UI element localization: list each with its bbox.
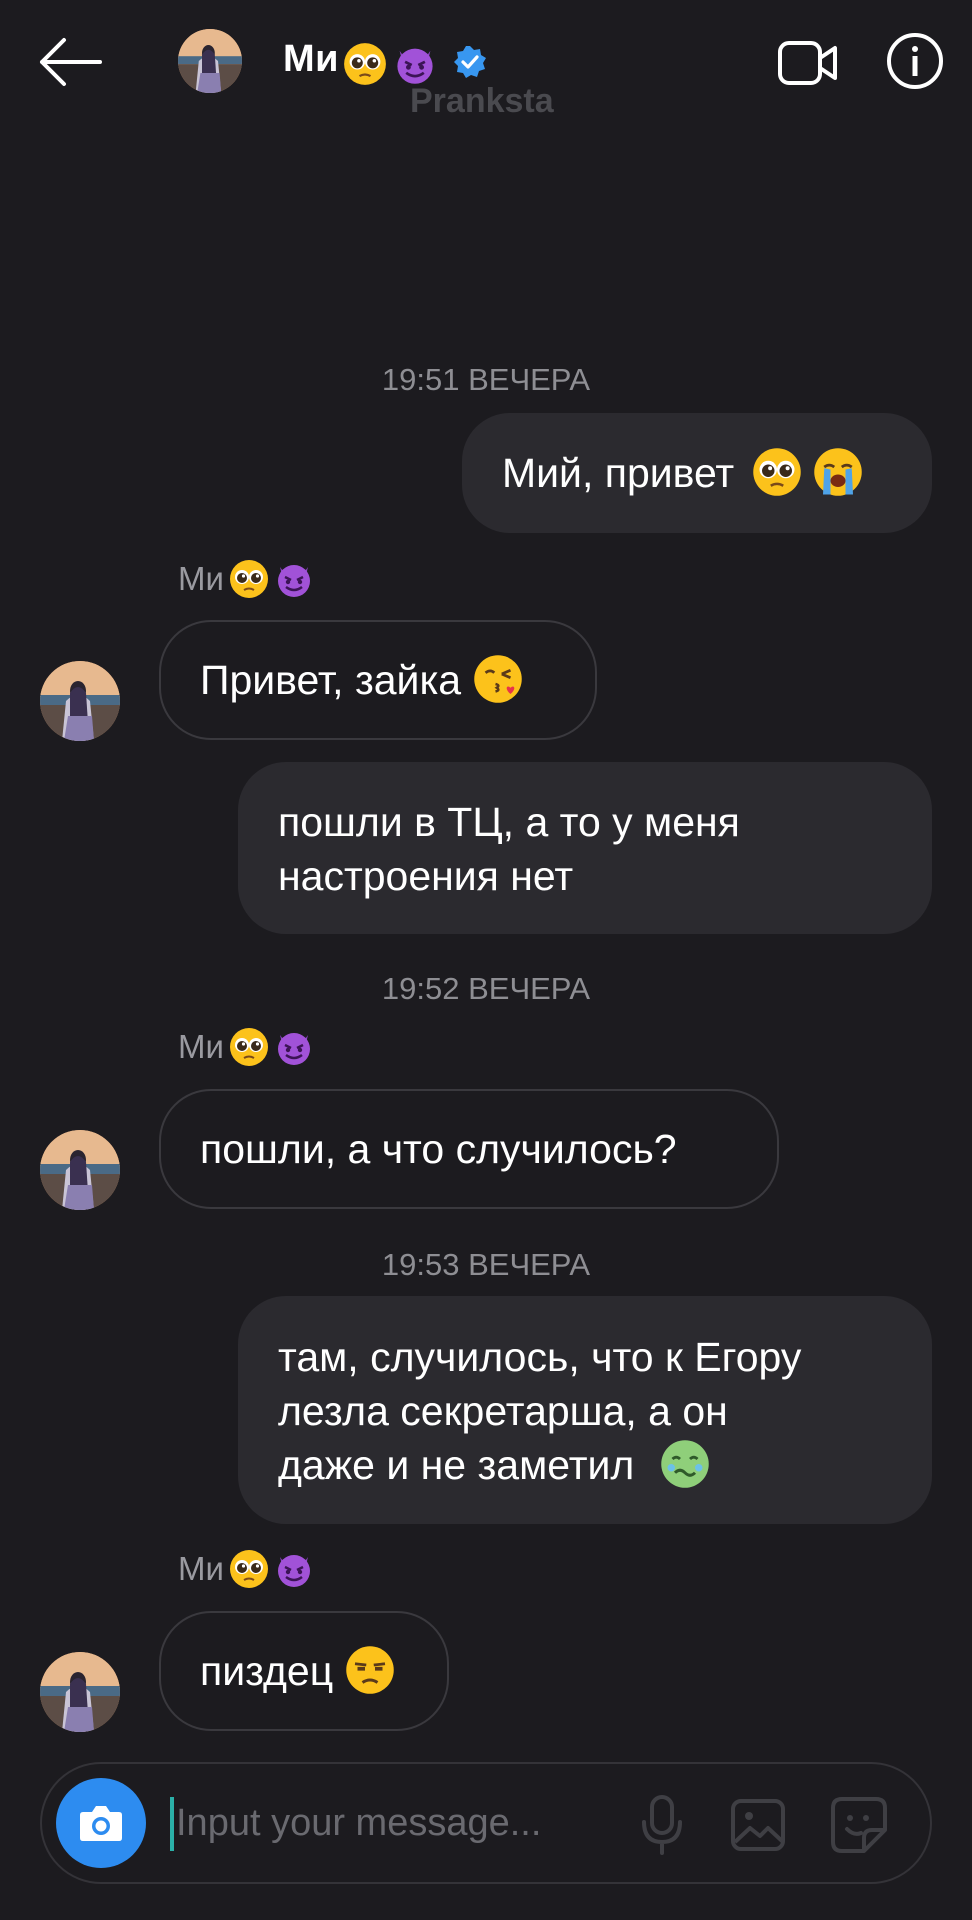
contact-username: Pranksta	[410, 82, 554, 120]
back-arrow-icon[interactable]	[34, 34, 104, 90]
chat-header: Ми Pranksta	[0, 0, 972, 130]
gallery-icon[interactable]	[730, 1798, 786, 1852]
outgoing-message[interactable]: Мий, привет	[462, 413, 932, 533]
message-composer: Input your message...	[40, 1762, 932, 1884]
pleading-face-emoji-icon	[229, 1549, 269, 1589]
smiling-devil-emoji-icon	[274, 1027, 314, 1067]
smiling-devil-emoji-icon	[274, 1549, 314, 1589]
message-text: Привет, зайка	[200, 657, 462, 703]
unamused-face-emoji-icon	[345, 1645, 395, 1695]
contact-avatar[interactable]	[178, 29, 242, 93]
message-line: даже и не заметил	[278, 1442, 635, 1488]
crying-face-emoji-icon	[813, 447, 863, 497]
contact-name[interactable]: Ми	[283, 38, 339, 81]
message-line: лезла секретарша, а он	[278, 1388, 728, 1434]
message-text: пиздец	[200, 1648, 334, 1694]
timestamp: 19:52 ВЕЧЕРА	[381, 971, 591, 1006]
pleading-face-emoji-icon	[752, 447, 802, 497]
sender-avatar[interactable]	[40, 661, 120, 741]
timestamp: 19:53 ВЕЧЕРА	[381, 1247, 591, 1282]
message-text: Мий, привет	[502, 450, 735, 496]
message-text: пошли, а что случилось?	[200, 1126, 677, 1172]
outgoing-message[interactable]: там, случилось, что к Егору лезла секрет…	[238, 1296, 932, 1524]
video-call-icon[interactable]	[777, 38, 839, 88]
message-input[interactable]: Input your message...	[176, 1802, 541, 1845]
camera-button[interactable]	[56, 1778, 146, 1868]
sender-label: Ми	[178, 1550, 224, 1587]
kissing-face-emoji-icon	[473, 654, 523, 704]
smiling-devil-emoji-icon	[393, 42, 437, 86]
incoming-message[interactable]: Привет, зайка	[159, 620, 597, 740]
sticker-icon[interactable]	[830, 1796, 888, 1854]
sender-avatar[interactable]	[40, 1652, 120, 1732]
nauseated-face-emoji-icon	[660, 1439, 710, 1489]
smiling-devil-emoji-icon	[274, 559, 314, 599]
message-line: там, случилось, что к Егору	[278, 1334, 802, 1380]
pleading-face-emoji-icon	[229, 1027, 269, 1067]
camera-icon	[80, 1806, 122, 1841]
info-icon[interactable]	[886, 32, 944, 90]
sender-label: Ми	[178, 560, 224, 597]
microphone-icon[interactable]	[636, 1794, 688, 1856]
text-cursor	[170, 1797, 174, 1851]
timestamp: 19:51 ВЕЧЕРА	[381, 362, 591, 397]
message-line: настроения нет	[278, 853, 574, 899]
message-line: пошли в ТЦ, а то у меня	[278, 799, 740, 845]
verified-badge-icon	[454, 46, 486, 78]
sender-avatar[interactable]	[40, 1130, 120, 1210]
incoming-message[interactable]: пошли, а что случилось?	[159, 1089, 779, 1209]
sender-label: Ми	[178, 1028, 224, 1065]
outgoing-message[interactable]: пошли в ТЦ, а то у меня настроения нет	[238, 762, 932, 934]
incoming-message[interactable]: пиздец	[159, 1611, 449, 1731]
pleading-face-emoji-icon	[229, 559, 269, 599]
pleading-face-emoji-icon	[343, 42, 387, 86]
